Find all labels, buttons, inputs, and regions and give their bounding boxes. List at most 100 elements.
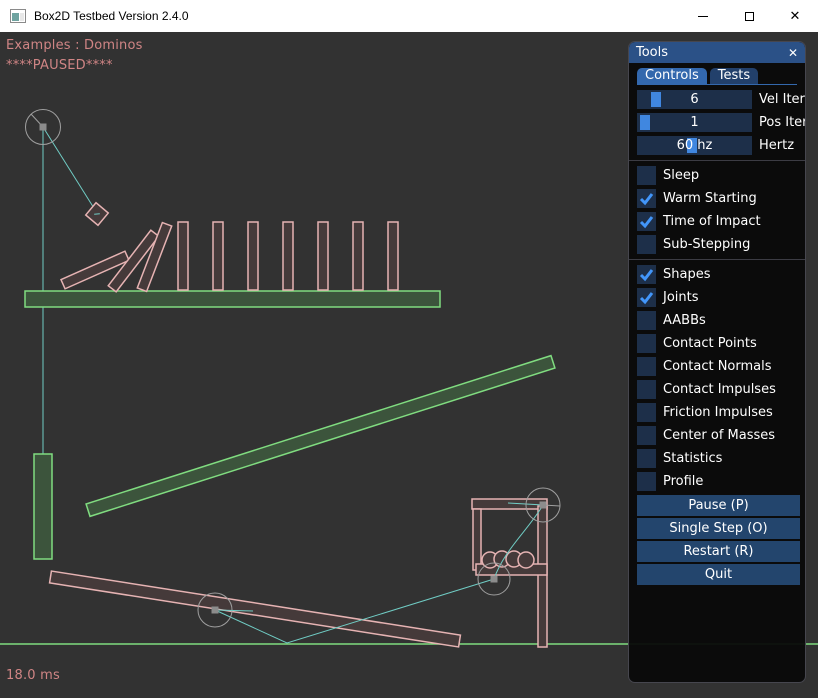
app-icon	[10, 9, 26, 23]
checkbox-row-aabbs[interactable]: AABBs	[637, 311, 797, 330]
pendulum-rope-diagonal	[43, 127, 97, 213]
checkbox-label: Contact Normals	[663, 359, 772, 374]
hertz-label: Hertz	[759, 138, 794, 153]
checkbox-label: AABBs	[663, 313, 706, 328]
swinging-box	[86, 203, 109, 226]
standing-domino	[388, 222, 398, 290]
standing-domino	[248, 222, 258, 290]
pos-iters-slider[interactable]: 1	[637, 113, 752, 132]
checkbox[interactable]	[637, 288, 656, 307]
checkbox-row-contact-points[interactable]: Contact Points	[637, 334, 797, 353]
vel-iters-value: 6	[637, 90, 752, 109]
checkbox-row-contact-normals[interactable]: Contact Normals	[637, 357, 797, 376]
close-icon: ✕	[790, 10, 801, 23]
checkbox-label: Sleep	[663, 168, 699, 183]
slider-row-pos-iters: 1 Pos Iters	[637, 113, 797, 132]
vertical-plank	[34, 454, 52, 559]
checkbox-label: Friction Impulses	[663, 405, 773, 420]
cradle-ball	[518, 552, 534, 568]
tools-panel: Tools ✕ Controls Tests 6 Vel Iters 1	[628, 41, 806, 683]
slider-row-hertz: 60 hz Hertz	[637, 136, 797, 155]
close-button[interactable]: ✕	[772, 0, 818, 32]
vel-iters-slider[interactable]: 6	[637, 90, 752, 109]
checkbox-row-profile[interactable]: Profile	[637, 472, 797, 491]
window-titlebar[interactable]: Box2D Testbed Version 2.4.0 ✕	[0, 0, 818, 32]
frame-time-label: 18.0 ms	[6, 668, 60, 683]
standing-dominos	[178, 222, 398, 290]
checkmark-icon	[637, 212, 656, 231]
tab-tests[interactable]: Tests	[710, 68, 758, 84]
cradle-frame	[472, 499, 547, 647]
checkbox-label: Profile	[663, 474, 703, 489]
maximize-icon	[745, 12, 754, 21]
separator	[629, 259, 805, 260]
checkbox-label: Warm Starting	[663, 191, 757, 206]
checkbox-row-friction-impulses[interactable]: Friction Impulses	[637, 403, 797, 422]
checkbox[interactable]	[637, 166, 656, 185]
checkbox[interactable]	[637, 189, 656, 208]
pos-iters-value: 1	[637, 113, 752, 132]
checkbox[interactable]	[637, 334, 656, 353]
single-step-button[interactable]: Single Step (O)	[637, 518, 800, 539]
restart-button[interactable]: Restart (R)	[637, 541, 800, 562]
separator	[629, 160, 805, 161]
checkbox-row-sub-stepping[interactable]: Sub-Stepping	[637, 235, 797, 254]
minimize-icon	[698, 16, 708, 17]
window-title: Box2D Testbed Version 2.4.0	[34, 9, 189, 23]
vel-iters-label: Vel Iters	[759, 92, 806, 107]
checkbox-row-sleep[interactable]: Sleep	[637, 166, 797, 185]
minimize-button[interactable]	[680, 0, 726, 32]
slider-row-vel-iters: 6 Vel Iters	[637, 90, 797, 109]
checkbox-label: Time of Impact	[663, 214, 761, 229]
pause-button[interactable]: Pause (P)	[637, 495, 800, 516]
checkbox-row-statistics[interactable]: Statistics	[637, 449, 797, 468]
tab-bar: Controls Tests	[637, 68, 797, 85]
paused-label: ****PAUSED****	[6, 58, 113, 73]
standing-domino	[178, 222, 188, 290]
checkmark-icon	[637, 265, 656, 284]
checkmark-icon	[637, 189, 656, 208]
checkbox-label: Sub-Stepping	[663, 237, 750, 252]
hertz-value: 60 hz	[637, 136, 752, 155]
checkbox-row-joints[interactable]: Joints	[637, 288, 797, 307]
checkbox-label: Joints	[663, 290, 699, 305]
checkbox[interactable]	[637, 426, 656, 445]
tab-controls[interactable]: Controls	[637, 68, 707, 84]
checkbox-label: Contact Impulses	[663, 382, 776, 397]
checkbox-row-contact-impulses[interactable]: Contact Impulses	[637, 380, 797, 399]
checkbox[interactable]	[637, 311, 656, 330]
bottom-plank	[50, 571, 461, 647]
checkbox-row-shapes[interactable]: Shapes	[637, 265, 797, 284]
checkbox[interactable]	[637, 357, 656, 376]
hertz-slider[interactable]: 60 hz	[637, 136, 752, 155]
checkbox[interactable]	[637, 403, 656, 422]
panel-close-icon[interactable]: ✕	[788, 46, 798, 60]
checkbox[interactable]	[637, 380, 656, 399]
checkbox-row-warm-starting[interactable]: Warm Starting	[637, 189, 797, 208]
domino-shelf	[25, 291, 440, 307]
checkbox-row-center-of-masses[interactable]: Center of Masses	[637, 426, 797, 445]
checkbox[interactable]	[637, 212, 656, 231]
tools-panel-titlebar[interactable]: Tools ✕	[629, 42, 805, 63]
tools-panel-body: Controls Tests 6 Vel Iters 1 Pos Iters	[629, 63, 805, 585]
checkbox[interactable]	[637, 265, 656, 284]
example-label: Examples : Dominos	[6, 38, 143, 53]
standing-domino	[283, 222, 293, 290]
checkmark-icon	[637, 288, 656, 307]
checkbox-label: Center of Masses	[663, 428, 775, 443]
checkbox-label: Contact Points	[663, 336, 757, 351]
window-caption-buttons: ✕	[680, 0, 818, 32]
standing-domino	[353, 222, 363, 290]
pos-iters-label: Pos Iters	[759, 115, 806, 130]
inclined-plank	[86, 356, 555, 517]
tools-panel-title: Tools	[636, 45, 668, 60]
checkbox-label: Shapes	[663, 267, 710, 282]
maximize-button[interactable]	[726, 0, 772, 32]
standing-domino	[213, 222, 223, 290]
checkbox[interactable]	[637, 449, 656, 468]
quit-button[interactable]: Quit	[637, 564, 800, 585]
checkbox-row-time-of-impact[interactable]: Time of Impact	[637, 212, 797, 231]
checkbox[interactable]	[637, 235, 656, 254]
checkbox[interactable]	[637, 472, 656, 491]
app-window: Box2D Testbed Version 2.4.0 ✕	[0, 0, 818, 698]
